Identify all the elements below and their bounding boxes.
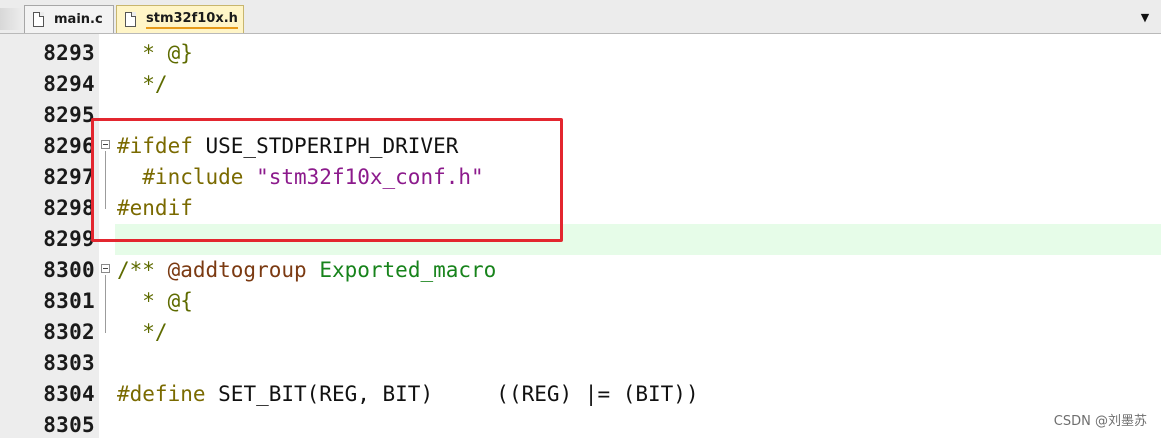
code-token: #include	[117, 165, 244, 189]
file-icon	[125, 12, 136, 27]
code-text: */	[117, 317, 168, 348]
code-token: /**	[117, 258, 168, 282]
line-number: 8295	[43, 103, 95, 127]
code-line[interactable]: 8305	[0, 410, 1161, 441]
code-line[interactable]: 8294 */	[0, 69, 1161, 100]
fold-collapse-icon[interactable]	[101, 264, 110, 273]
code-line[interactable]: 8301 * @{	[0, 286, 1161, 317]
code-token: @addtogroup	[167, 258, 307, 282]
code-line[interactable]: 8302 */	[0, 317, 1161, 348]
code-editor[interactable]: 8293 * @} 8294 */8295 8296 #ifdef USE_STDPE…	[0, 34, 1161, 438]
code-line[interactable]: 8303	[0, 348, 1161, 379]
code-token: #define	[117, 382, 206, 406]
line-number: 8294	[43, 72, 95, 96]
code-text: /** @addtogroup Exported_macro	[117, 255, 496, 286]
code-token: USE_STDPERIPH_DRIVER	[192, 134, 459, 158]
line-number: 8304	[43, 382, 95, 406]
line-number: 8303	[43, 351, 95, 375]
code-token: * @}	[117, 41, 193, 65]
line-number: 8293	[43, 41, 95, 65]
line-number: 8305	[43, 413, 95, 437]
code-line[interactable]: 8297 #include "stm32f10x_conf.h"	[0, 162, 1161, 193]
tab-list-dropdown-icon[interactable]: ▼	[1137, 9, 1153, 25]
code-text: #endif	[117, 193, 193, 224]
code-text: #ifdef USE_STDPERIPH_DRIVER	[117, 131, 458, 162]
code-line[interactable]: 8295	[0, 100, 1161, 131]
code-token: "stm32f10x_conf.h"	[256, 165, 484, 189]
code-token: Exported_macro	[319, 258, 497, 282]
line-number: 8302	[43, 320, 95, 344]
code-token: * @{	[117, 289, 193, 313]
file-icon	[33, 12, 44, 27]
code-token: SET_BIT(REG, BIT) ((REG) |= (BIT))	[205, 382, 699, 406]
tab-label: stm32f10x.h	[146, 11, 238, 29]
line-number: 8298	[43, 196, 95, 220]
code-token: #endif	[117, 196, 193, 220]
code-token: #ifdef	[117, 134, 193, 158]
line-number: 8299	[43, 227, 95, 251]
code-line[interactable]: 8298 #endif	[0, 193, 1161, 224]
tab-bar: main.c stm32f10x.h ▼	[0, 0, 1161, 34]
code-line[interactable]: 8299	[0, 224, 1161, 255]
watermark: CSDN @刘墨苏	[1053, 414, 1147, 429]
fold-collapse-icon[interactable]	[101, 140, 110, 149]
line-number: 8297	[43, 165, 95, 189]
line-number: 8296	[43, 134, 95, 158]
code-text: #include "stm32f10x_conf.h"	[117, 162, 484, 193]
fold-guide-line	[105, 151, 106, 209]
code-line[interactable]: 8293 * @}	[0, 38, 1161, 69]
tab-stm32f10x-h[interactable]: stm32f10x.h	[116, 5, 244, 33]
code-text: * @{	[117, 286, 193, 317]
current-line-highlight	[115, 224, 1161, 255]
tab-label: main.c	[54, 12, 103, 27]
tab-scroll-fade	[0, 8, 22, 30]
code-line[interactable]: 8304 #define SET_BIT(REG, BIT) ((REG) |= …	[0, 379, 1161, 410]
fold-guide-line	[105, 275, 106, 333]
code-text: * @}	[117, 38, 193, 69]
code-text: #define SET_BIT(REG, BIT) ((REG) |= (BIT…	[117, 379, 699, 410]
line-number: 8301	[43, 289, 95, 313]
code-token: */	[117, 72, 168, 96]
code-line[interactable]: 8300 /** @addtogroup Exported_macro	[0, 255, 1161, 286]
code-text: */	[117, 69, 168, 100]
code-line[interactable]: 8296 #ifdef USE_STDPERIPH_DRIVER	[0, 131, 1161, 162]
line-number: 8300	[43, 258, 95, 282]
code-token: */	[117, 320, 168, 344]
tab-main-c[interactable]: main.c	[24, 5, 114, 33]
